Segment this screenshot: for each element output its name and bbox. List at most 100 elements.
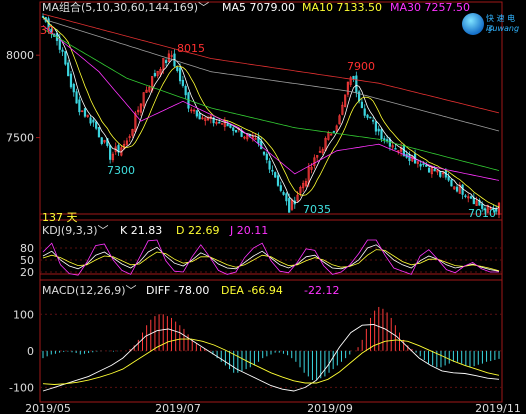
price-annotation: 7900 (347, 60, 375, 73)
ma-title[interactable]: MA组合(5,10,30,60,144,169)﹀ (42, 2, 209, 14)
candle-body (64, 51, 67, 65)
candle-body (288, 198, 291, 213)
ma10-value: MA10 7133.50 (302, 1, 382, 14)
candle-body (178, 67, 182, 82)
candle-body (276, 175, 280, 186)
candle-body (268, 160, 271, 170)
candle-body (69, 73, 73, 88)
candle-body (439, 171, 442, 177)
candle-body (92, 119, 95, 123)
macd-diff-value: DIFF -78.00 (146, 284, 210, 297)
moving-average-lines (42, 13, 500, 210)
candle-body (164, 60, 168, 64)
candlesticks (41, 13, 501, 219)
ma5-value: MA5 7079.00 (222, 1, 295, 14)
ma30-value: MA30 7257.50 (390, 1, 470, 14)
macd-histogram (42, 306, 500, 381)
candle-body (425, 164, 428, 167)
price-annotations: 30 8015 7300 7900 7035 7010 (40, 24, 496, 220)
candle-body (447, 176, 450, 181)
candle-body (195, 110, 198, 117)
candle-body (282, 192, 285, 195)
panel-grid (36, 54, 502, 388)
macd-lines (42, 324, 500, 392)
ma60-line (42, 28, 500, 171)
price-annotation: 7035 (303, 203, 331, 216)
ma144-line (42, 18, 500, 132)
candle-body (109, 145, 112, 160)
candle-body (260, 140, 263, 150)
price-annotation: 30 (40, 24, 54, 37)
candle-body (240, 130, 243, 137)
candle-body (472, 197, 475, 205)
x-tick-label: 2019/09 (307, 402, 353, 414)
kdj-k-value: K 21.83 (120, 224, 163, 237)
stock-chart: 7500 8000 2019/05 2019/07 2019/09 2019/11 2050… (6, 1, 521, 414)
candle-body (369, 116, 372, 119)
candle-body (385, 139, 389, 141)
candle-body (265, 153, 268, 160)
candle-body (83, 108, 87, 117)
candle-body (383, 138, 386, 141)
candle-body (97, 127, 101, 138)
kdj-j-value: J 20.11 (230, 224, 269, 237)
candle-body (218, 121, 221, 124)
candle-body (374, 121, 378, 132)
candle-body (377, 128, 380, 132)
candle-body (380, 129, 383, 140)
price-annotation: 8015 (177, 42, 205, 55)
price-annotation: 7010 (468, 207, 496, 220)
x-tick-label: 2019/11 (475, 402, 521, 414)
candle-body (360, 101, 364, 108)
candle-body (408, 154, 411, 161)
candle-body (176, 67, 179, 71)
candle-body (226, 123, 229, 127)
brand-logo: 快 速 电 子 isuwang (462, 11, 522, 41)
candle-body (181, 79, 184, 86)
candle-body (433, 169, 436, 172)
candle-body (372, 120, 375, 122)
candle-body (234, 129, 238, 133)
candle-body (72, 83, 75, 93)
candle-body (75, 91, 78, 104)
candle-body (469, 196, 473, 199)
price-tick-label: 7500 (6, 132, 34, 145)
candle-body (229, 124, 232, 128)
price-annotation: 7300 (107, 164, 135, 177)
candle-body (332, 131, 336, 133)
ma169-line (42, 13, 500, 114)
macd-tick-label: 100 (13, 308, 34, 321)
brand-line2: isuwang (486, 24, 520, 33)
candle-body (41, 16, 45, 18)
candle-body (464, 195, 467, 198)
panel-frame (39, 1, 503, 221)
candle-body (262, 151, 266, 155)
candle-body (61, 49, 64, 52)
candle-body (363, 108, 366, 116)
macd-tick-label: -100 (9, 381, 34, 394)
macd-dea-line (42, 338, 500, 385)
macd-diff-line (42, 324, 500, 392)
candle-body (100, 137, 103, 144)
candle-body (455, 186, 459, 192)
candle-body (394, 148, 397, 150)
macd-hist-value: -22.12 (304, 284, 340, 297)
candle-body (427, 167, 431, 173)
kdj-tick-label: 50 (20, 254, 34, 267)
candle-body (89, 117, 92, 124)
candle-body (352, 75, 355, 80)
x-tick-label: 2019/07 (155, 402, 201, 414)
days-count: 137 天 (42, 211, 78, 224)
candle-body (461, 184, 464, 195)
ma10-line (42, 17, 500, 207)
candle-body (78, 99, 81, 113)
kdj-title[interactable]: KDJ(9,3,3)﹀ (42, 225, 109, 237)
kdj-tick-label: 20 (20, 266, 34, 279)
candle-body (67, 62, 70, 77)
panel-frame (39, 213, 503, 281)
candle-body (285, 193, 288, 202)
candle-body (271, 169, 274, 172)
macd-title[interactable]: MACD(12,26,9)﹀ (42, 285, 137, 297)
candle-body (220, 123, 224, 125)
candle-body (198, 113, 201, 120)
